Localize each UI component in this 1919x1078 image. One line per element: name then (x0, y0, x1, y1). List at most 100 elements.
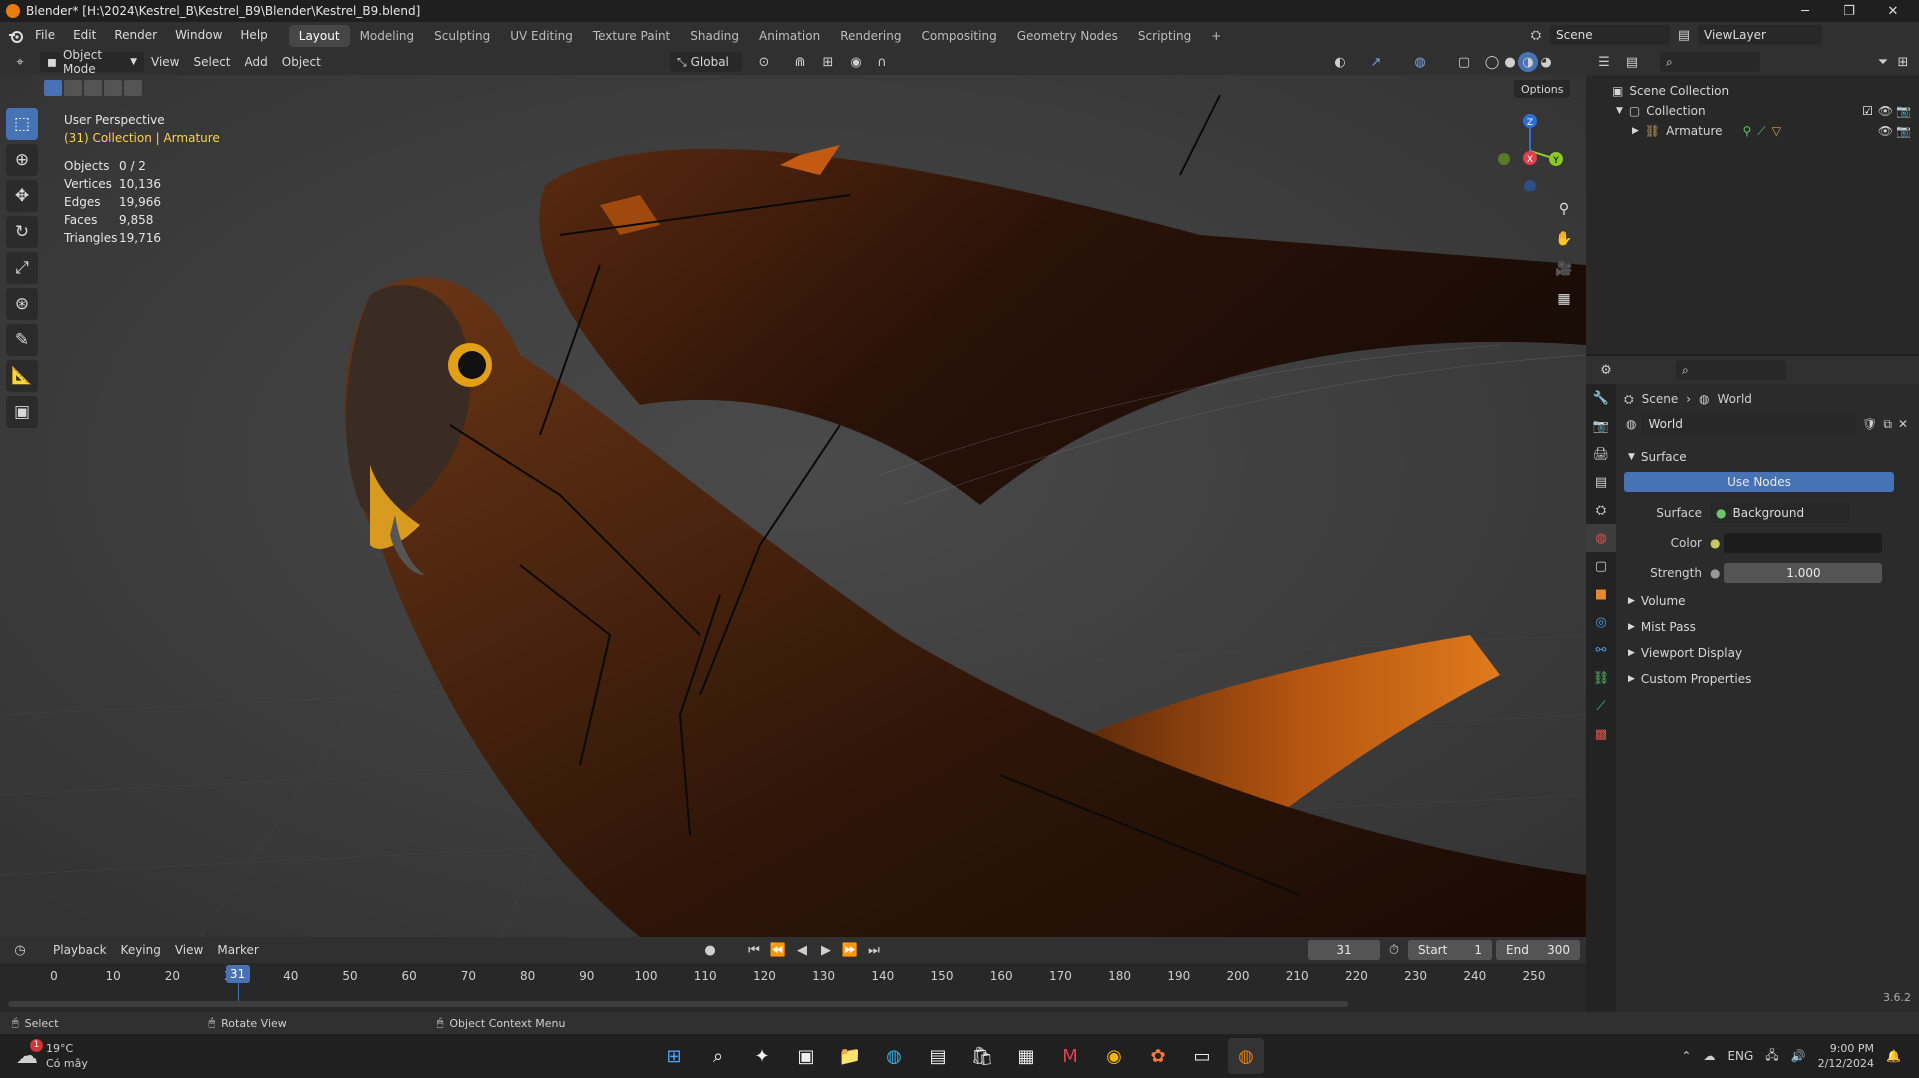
app-icon[interactable]: ▦ (1008, 1038, 1044, 1074)
wireframe-shading-icon[interactable]: ◯ (1482, 52, 1502, 72)
filter-icon[interactable]: ⏷ (1873, 52, 1893, 72)
camera-icon[interactable]: 📷 (1896, 124, 1911, 138)
app-icon[interactable]: M (1052, 1038, 1088, 1074)
tray-overflow-icon[interactable]: ⌃ (1681, 1049, 1691, 1063)
jump-start-icon[interactable]: ⏮ (744, 940, 764, 960)
camera-view-icon[interactable]: 🎥 (1552, 257, 1576, 281)
transform-orientation-selector[interactable]: ⤡ Global (670, 52, 742, 72)
gizmo-toggle-icon[interactable]: ↗ (1366, 52, 1386, 72)
rotate-tool-icon[interactable]: ↻ (6, 216, 38, 248)
proportional-edit-icon[interactable]: ◉ (846, 52, 866, 72)
blender-menu-icon[interactable] (6, 26, 26, 46)
new-collection-icon[interactable]: ⊞ (1893, 52, 1913, 72)
copilot-icon[interactable]: ✦ (744, 1038, 780, 1074)
output-tab-icon[interactable]: 🖨 (1586, 440, 1616, 468)
select-subtract-icon[interactable] (84, 80, 102, 96)
clock[interactable]: 9:00 PM 2/12/2024 (1818, 1041, 1874, 1071)
jump-end-icon[interactable]: ⏭ (864, 940, 884, 960)
workspace-tab-layout[interactable]: Layout (288, 24, 350, 47)
bone-tab-icon[interactable]: ⟋ (1586, 692, 1616, 720)
tool-tab-icon[interactable]: 🔧 (1586, 384, 1616, 412)
fake-user-icon[interactable]: 🛡 (1862, 417, 1877, 431)
menu-render[interactable]: Render (105, 22, 166, 49)
physics-tab-icon[interactable]: ◎ (1586, 608, 1616, 636)
view-layer-tab-icon[interactable]: ▤ (1586, 468, 1616, 496)
workspace-tab-rendering[interactable]: Rendering (830, 25, 911, 47)
world-datablock-field[interactable]: World (1642, 414, 1857, 434)
outliner-editor-type-icon[interactable]: ☰ (1594, 52, 1614, 72)
pan-hand-icon[interactable]: ✋ (1552, 227, 1576, 251)
maximize-button[interactable]: ❐ (1826, 0, 1872, 22)
3d-viewport[interactable]: User Perspective (31) Collection | Armat… (0, 75, 1586, 937)
select-new-icon[interactable] (44, 80, 62, 96)
workspace-tab-uv-editing[interactable]: UV Editing (500, 25, 583, 47)
outliner-row-armature[interactable]: ▶ ⛓ Armature ⚲ ⟋ ▽ 👁 📷 (1586, 121, 1919, 141)
select-box-tool-icon[interactable]: ⬚ (6, 108, 38, 140)
outliner-search-input[interactable]: ⌕ (1660, 52, 1760, 72)
current-frame-field[interactable]: 31 (1308, 940, 1380, 960)
add-cube-tool-icon[interactable]: ▣ (6, 396, 38, 428)
render-tab-icon[interactable]: 📷 (1586, 412, 1616, 440)
start-frame-field[interactable]: Start 1 (1408, 940, 1492, 960)
surface-panel-header[interactable]: ▼ Surface (1620, 444, 1913, 470)
properties-editor-type-icon[interactable]: ⚙ (1596, 360, 1616, 380)
object-tab-icon[interactable]: ■ (1586, 580, 1616, 608)
snap-icon[interactable]: ⋒ (790, 52, 810, 72)
notification-bell-icon[interactable]: 🔔 (1886, 1049, 1901, 1063)
add-workspace-button[interactable]: + (1201, 25, 1231, 47)
strength-field[interactable]: 1.000 (1724, 563, 1883, 583)
workspace-tab-sculpting[interactable]: Sculpting (424, 25, 500, 47)
menu-edit[interactable]: Edit (64, 22, 105, 49)
mist-pass-panel-header[interactable]: ▶ Mist Pass (1620, 614, 1913, 640)
timeline-menu-marker[interactable]: Marker (210, 940, 265, 960)
select-invert-icon[interactable] (104, 80, 122, 96)
navigation-gizmo[interactable]: Z X Y (1490, 111, 1570, 191)
search-icon[interactable]: ⌕ (700, 1038, 736, 1074)
scale-tool-icon[interactable]: ⤢ (6, 252, 38, 284)
minimize-button[interactable]: ─ (1782, 0, 1828, 22)
viewport-menu-view[interactable]: View (144, 52, 186, 72)
timeline-menu-keying[interactable]: Keying (114, 940, 168, 960)
file-explorer-icon[interactable]: 📁 (832, 1038, 868, 1074)
edge-browser-icon[interactable]: ◍ (876, 1038, 912, 1074)
eye-icon[interactable]: 👁 (1878, 104, 1893, 118)
viewport-menu-object[interactable]: Object (275, 52, 328, 72)
timeline-area[interactable]: 0102030405060708090100110120130140150160… (0, 963, 1586, 1012)
terminal-icon[interactable]: ▭ (1184, 1038, 1220, 1074)
viewport-menu-select[interactable]: Select (186, 52, 237, 72)
properties-search-input[interactable]: ⌕ (1676, 360, 1786, 380)
app-icon[interactable]: ▤ (920, 1038, 956, 1074)
input-language[interactable]: ENG (1727, 1049, 1753, 1063)
record-icon[interactable]: ● (700, 940, 720, 960)
camera-icon[interactable]: 📷 (1896, 104, 1911, 118)
measure-tool-icon[interactable]: 📐 (6, 360, 38, 392)
pivot-point-icon[interactable]: ⊙ (754, 52, 774, 72)
workspace-tab-texture-paint[interactable]: Texture Paint (583, 25, 680, 47)
eye-icon[interactable]: 👁 (1878, 124, 1893, 138)
scene-tab-icon[interactable]: ⛭ (1586, 496, 1616, 524)
workspace-tab-shading[interactable]: Shading (680, 25, 749, 47)
menu-file[interactable]: File (26, 22, 64, 49)
zoom-icon[interactable]: ⚲ (1552, 197, 1576, 221)
transform-tool-icon[interactable]: ⊛ (6, 288, 38, 320)
rendered-shading-icon[interactable]: ◕ (1536, 52, 1556, 72)
timeline-scrollbar[interactable] (8, 1001, 1348, 1007)
visibility-icon[interactable]: ◐ (1330, 52, 1350, 72)
checkbox-icon[interactable]: ☑ (1862, 104, 1873, 118)
prev-keyframe-icon[interactable]: ⏪ (768, 940, 788, 960)
cursor-tool-icon[interactable]: ⊕ (6, 144, 38, 176)
close-button[interactable]: ✕ (1870, 0, 1916, 22)
play-reverse-icon[interactable]: ◀ (792, 940, 812, 960)
weather-widget[interactable]: ☁ 1 19°C Có mây (16, 1039, 88, 1071)
surface-shader-field[interactable]: ● Background (1710, 503, 1850, 523)
texture-tab-icon[interactable]: ▩ (1586, 720, 1616, 748)
workspace-tab-scripting[interactable]: Scripting (1128, 25, 1201, 47)
volume-icon[interactable]: 🔊 (1791, 1049, 1806, 1063)
mode-selector[interactable]: ◼ Object Mode ▼ (40, 48, 144, 76)
play-icon[interactable]: ▶ (816, 940, 836, 960)
playhead[interactable]: 31 (225, 965, 250, 983)
menu-help[interactable]: Help (231, 22, 276, 49)
viewport-display-panel-header[interactable]: ▶ Viewport Display (1620, 640, 1913, 666)
timeline-editor-type-icon[interactable]: ◷ (10, 940, 30, 960)
use-nodes-button[interactable]: Use Nodes (1624, 472, 1894, 492)
